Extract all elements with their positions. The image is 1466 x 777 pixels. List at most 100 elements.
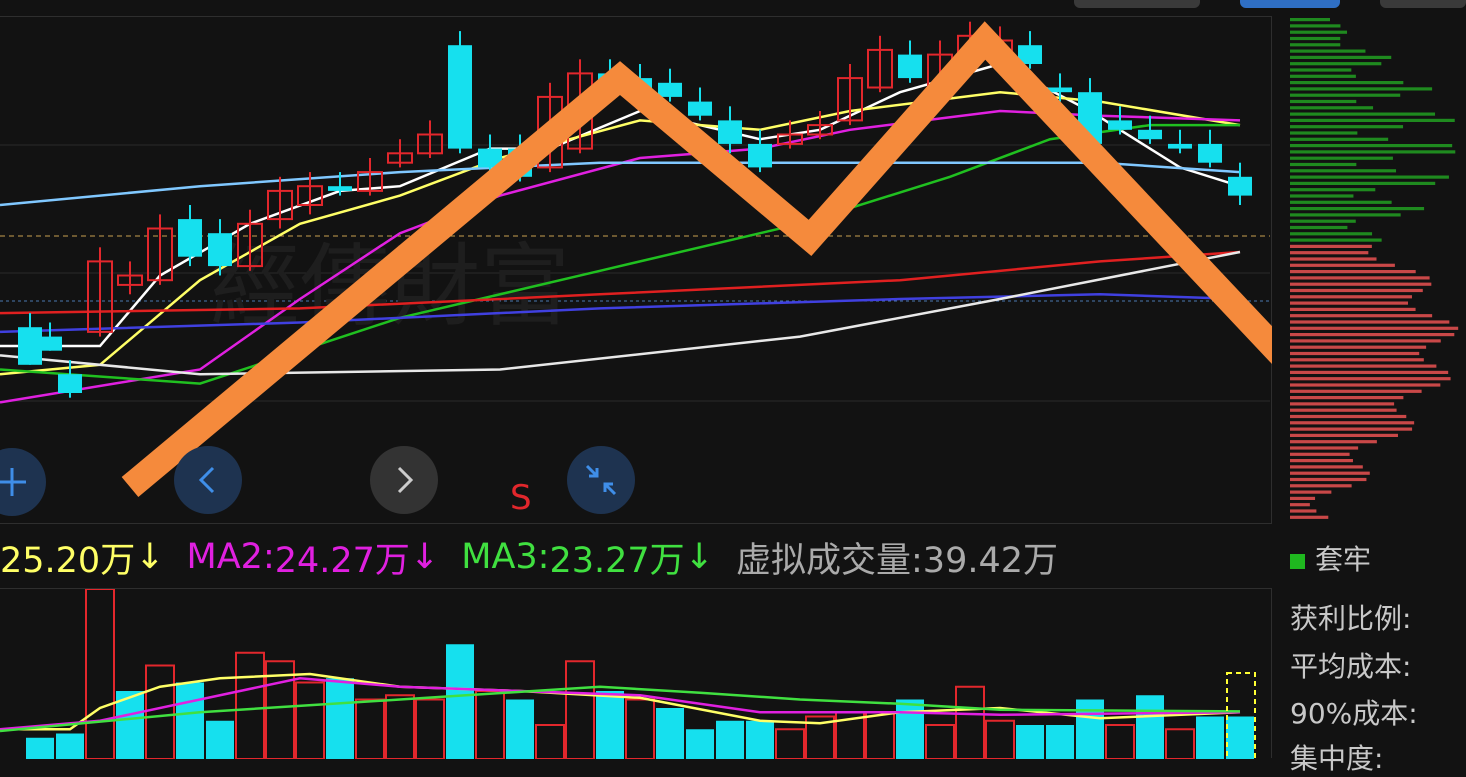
volume-bar-up bbox=[475, 690, 505, 760]
chip-distribution-svg bbox=[1290, 18, 1459, 519]
chip-bar bbox=[1290, 396, 1404, 400]
chip-bar bbox=[1290, 162, 1357, 167]
sell-signal-label: S bbox=[510, 478, 532, 518]
chip-bar bbox=[1290, 509, 1317, 513]
volume-bars bbox=[26, 588, 1254, 760]
volume-bar-up bbox=[1105, 724, 1135, 760]
chip-bar bbox=[1290, 144, 1453, 148]
volume-bar-down bbox=[896, 699, 924, 759]
profit-ratio-label: 获利比例: bbox=[1290, 602, 1412, 635]
chip-bar bbox=[1290, 370, 1449, 374]
volume-bar-up bbox=[535, 724, 565, 760]
chip-bar bbox=[1290, 446, 1359, 450]
chip-bar bbox=[1290, 276, 1430, 280]
volume-bar-down bbox=[206, 720, 234, 759]
chip-bar bbox=[1290, 251, 1369, 255]
chip-bar bbox=[1290, 490, 1332, 494]
vol-ma2-arrow: ↓ bbox=[409, 537, 440, 577]
candle-body-down bbox=[718, 120, 742, 144]
chip-bar bbox=[1290, 112, 1436, 116]
chip-bar bbox=[1290, 408, 1397, 412]
candle-body-down bbox=[1228, 176, 1252, 196]
chip-bar bbox=[1290, 452, 1350, 456]
chip-bar bbox=[1290, 288, 1423, 293]
chip-bar bbox=[1290, 131, 1358, 135]
volume-bar-up bbox=[235, 651, 265, 760]
volume-bar-down bbox=[686, 729, 714, 759]
chip-legend: 套牢 bbox=[1290, 538, 1371, 578]
chip-bar bbox=[1290, 87, 1433, 91]
chip-bar bbox=[1290, 150, 1456, 154]
volume-bar-down bbox=[326, 678, 354, 759]
chip-bar bbox=[1290, 194, 1354, 198]
volume-bar-up bbox=[775, 728, 805, 760]
plus-icon bbox=[0, 468, 26, 496]
chip-bar bbox=[1290, 484, 1352, 488]
top-tab-3[interactable] bbox=[1380, 0, 1466, 8]
volume-bar-up bbox=[385, 694, 415, 760]
vol-ma3-arrow: ↓ bbox=[684, 537, 714, 577]
chip-bar bbox=[1290, 181, 1436, 185]
chip-bar bbox=[1290, 301, 1408, 305]
chip-bar bbox=[1290, 49, 1366, 53]
volume-bar-down bbox=[26, 737, 54, 759]
chip-bar bbox=[1290, 125, 1404, 129]
vol-ma1-value: 25.20万 bbox=[0, 540, 136, 581]
volume-bar-up bbox=[865, 711, 895, 760]
trapped-color-square bbox=[1290, 553, 1305, 569]
top-tab-1[interactable] bbox=[1074, 0, 1200, 8]
volume-bar-down bbox=[1016, 725, 1044, 759]
chip-bar bbox=[1290, 55, 1392, 59]
chip-bar bbox=[1290, 219, 1356, 223]
chip-bar bbox=[1290, 232, 1373, 236]
volume-bar-up bbox=[985, 719, 1015, 760]
cost-90-label: 90%成本: bbox=[1290, 697, 1418, 730]
chip-bar bbox=[1290, 427, 1413, 431]
chip-bar bbox=[1290, 377, 1451, 381]
chip-bar bbox=[1290, 43, 1341, 47]
volume-panel[interactable] bbox=[0, 588, 1272, 764]
volume-bar-down bbox=[716, 720, 744, 759]
chip-bar bbox=[1290, 503, 1310, 507]
chip-bar bbox=[1290, 295, 1412, 299]
chip-bar bbox=[1290, 496, 1316, 500]
candle-body-down bbox=[208, 233, 232, 267]
concentration-label: 集中度: bbox=[1290, 742, 1384, 775]
chip-bar bbox=[1290, 364, 1437, 368]
kline-chart-svg: 經傳財富 bbox=[0, 21, 1460, 543]
volume-bar-up bbox=[565, 660, 595, 760]
chip-bar bbox=[1290, 421, 1415, 425]
candle-body-down bbox=[898, 54, 922, 79]
ma60-line bbox=[0, 161, 1241, 207]
prev-button[interactable] bbox=[174, 446, 242, 514]
chip-bar bbox=[1290, 137, 1389, 141]
chip-bar bbox=[1290, 326, 1459, 330]
chip-bar bbox=[1290, 93, 1401, 97]
chip-bar bbox=[1290, 213, 1401, 217]
volume-chart-svg bbox=[0, 588, 1256, 764]
next-button[interactable] bbox=[370, 446, 438, 514]
chip-bar bbox=[1290, 106, 1374, 110]
volume-bar-down bbox=[1046, 725, 1074, 759]
fit-button[interactable] bbox=[567, 446, 635, 514]
candle-body-down bbox=[1048, 87, 1072, 93]
vol-ma2-label: MA2: bbox=[186, 537, 275, 577]
volume-ma-legend: 25.20万 ↓ MA2: 24.27万 ↓ MA3: 23.27万 ↓ 虚拟成… bbox=[0, 532, 1058, 582]
top-tab-2[interactable] bbox=[1240, 0, 1340, 8]
volume-bar-down bbox=[656, 708, 684, 759]
chip-bar bbox=[1290, 270, 1416, 274]
chip-bar bbox=[1290, 465, 1363, 469]
chip-bar bbox=[1290, 74, 1356, 78]
chip-bar bbox=[1290, 345, 1427, 349]
candle-body-down bbox=[58, 374, 82, 393]
vol-ma3-value: 23.27万 bbox=[549, 540, 685, 581]
volume-bar-up bbox=[145, 664, 175, 760]
chip-bar bbox=[1290, 156, 1393, 160]
chevron-left-icon bbox=[198, 466, 215, 494]
chip-legend-label: 套牢 bbox=[1315, 543, 1372, 576]
ma250-line bbox=[0, 293, 1241, 334]
kline-chart-panel[interactable]: 經傳財富 bbox=[0, 16, 1460, 543]
average-cost-label: 平均成本: bbox=[1290, 650, 1412, 683]
candle-body-down bbox=[328, 186, 352, 191]
virtual-volume-label: 虚拟成交量: bbox=[736, 540, 923, 581]
